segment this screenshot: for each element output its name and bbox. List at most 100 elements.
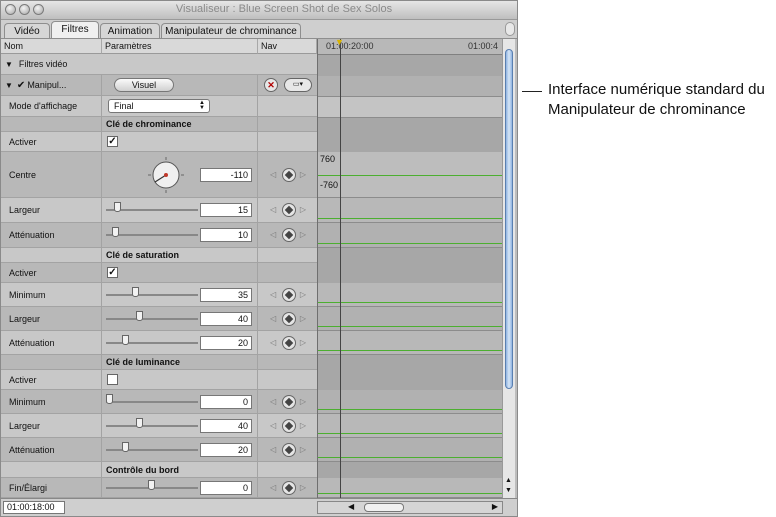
current-timecode-field[interactable]: 01:00:18:00	[3, 501, 65, 514]
slider-thumb[interactable]	[114, 202, 121, 212]
scroll-right-arrow-icon[interactable]: ▶	[492, 502, 498, 511]
centre-graph[interactable]: 760 -760	[318, 152, 504, 198]
chroma-width-slider[interactable]	[106, 202, 198, 212]
zoom-slider-thumb[interactable]	[364, 503, 404, 512]
checkmark-icon[interactable]: ✔	[17, 80, 25, 91]
filter-menu-icon[interactable]: ▭▾	[284, 78, 312, 92]
slider-thumb[interactable]	[132, 286, 139, 297]
zoom-window-icon[interactable]	[33, 4, 44, 15]
add-keyframe-button[interactable]	[282, 418, 296, 433]
vertical-scrollbar[interactable]: ▲ ▼	[502, 39, 515, 498]
row-label: Filtres vidéo	[18, 59, 68, 69]
reset-x-icon[interactable]: ✕	[264, 78, 278, 92]
next-keyframe-icon[interactable]: ▷	[300, 483, 306, 492]
add-keyframe-button[interactable]	[282, 167, 296, 182]
slider-thumb[interactable]	[122, 334, 129, 345]
minimize-window-icon[interactable]	[19, 4, 30, 15]
luminance-softness-slider[interactable]	[106, 441, 198, 452]
playhead[interactable]	[340, 39, 341, 498]
add-keyframe-button[interactable]	[282, 394, 296, 409]
saturation-enable-checkbox[interactable]: ✓	[107, 266, 118, 278]
prev-keyframe-icon[interactable]: ◁	[270, 290, 276, 299]
chroma-width-field[interactable]: 15	[200, 203, 252, 217]
next-keyframe-icon[interactable]: ▷	[300, 421, 306, 430]
slider-thumb[interactable]	[136, 417, 143, 428]
chroma-softness-slider[interactable]	[106, 227, 198, 237]
scroll-thumb[interactable]	[505, 49, 513, 389]
viewer-window: Visualiseur : Blue Screen Shot de Sex So…	[0, 0, 518, 517]
row-luminance-enable: Activer	[1, 370, 317, 390]
next-keyframe-icon[interactable]: ▷	[300, 290, 306, 299]
keyframe-timeline[interactable]: 01:00:20:00 01:00:4 760 -760 ▼	[317, 37, 504, 498]
luminance-width-field[interactable]: 40	[200, 418, 252, 433]
next-keyframe-icon[interactable]: ▷	[300, 170, 306, 179]
prev-keyframe-icon[interactable]: ◁	[270, 338, 276, 347]
display-mode-popup[interactable]: Final ▲ ▼	[108, 99, 210, 113]
add-keyframe-button[interactable]	[282, 311, 296, 326]
add-keyframe-button[interactable]	[282, 442, 296, 457]
tab-video[interactable]: Vidéo	[4, 23, 50, 38]
next-keyframe-icon[interactable]: ▷	[300, 314, 306, 323]
angle-dial-icon[interactable]	[146, 155, 186, 195]
slider-thumb[interactable]	[148, 479, 155, 490]
edge-thin-spread-slider[interactable]	[106, 479, 198, 490]
next-keyframe-icon[interactable]: ▷	[300, 397, 306, 406]
column-header-nav[interactable]: Nav	[258, 39, 317, 54]
scroll-down-arrow-icon[interactable]: ▼	[505, 487, 512, 494]
prev-keyframe-icon[interactable]: ◁	[270, 397, 276, 406]
visual-button[interactable]: Visuel	[114, 78, 174, 92]
playhead-marker-icon[interactable]: ▼	[335, 37, 344, 47]
column-header-name[interactable]: Nom	[1, 39, 102, 54]
saturation-minimum-field[interactable]: 35	[200, 287, 252, 302]
row-label: Minimum	[1, 283, 102, 306]
prev-keyframe-icon[interactable]: ◁	[270, 314, 276, 323]
saturation-width-field[interactable]: 40	[200, 311, 252, 326]
luminance-softness-field[interactable]: 20	[200, 442, 252, 457]
centre-value-field[interactable]: -110	[200, 167, 252, 182]
row-label: Activer	[1, 263, 102, 282]
tab-filters[interactable]: Filtres	[51, 21, 99, 38]
add-keyframe-button[interactable]	[282, 203, 296, 217]
prev-keyframe-icon[interactable]: ◁	[270, 483, 276, 492]
add-keyframe-button[interactable]	[282, 335, 296, 350]
add-keyframe-button[interactable]	[282, 480, 296, 495]
scroll-left-arrow-icon[interactable]: ◀	[348, 502, 354, 511]
next-keyframe-icon[interactable]: ▷	[300, 205, 306, 214]
disclosure-triangle-icon[interactable]: ▼	[5, 81, 13, 90]
slider-thumb[interactable]	[112, 227, 119, 237]
close-window-icon[interactable]	[5, 4, 16, 15]
prev-keyframe-icon[interactable]: ◁	[270, 445, 276, 454]
prev-keyframe-icon[interactable]: ◁	[270, 230, 276, 239]
next-keyframe-icon[interactable]: ▷	[300, 338, 306, 347]
prev-keyframe-icon[interactable]: ◁	[270, 421, 276, 430]
prev-keyframe-icon[interactable]: ◁	[270, 170, 276, 179]
slider-thumb[interactable]	[106, 393, 113, 404]
add-keyframe-button[interactable]	[282, 287, 296, 302]
luminance-enable-checkbox[interactable]	[107, 373, 118, 385]
timeline-horizontal-scrollbar[interactable]: ◀ ▶	[317, 501, 503, 514]
saturation-softness-slider[interactable]	[106, 334, 198, 345]
luminance-width-slider[interactable]	[106, 417, 198, 428]
saturation-width-slider[interactable]	[106, 310, 198, 321]
saturation-softness-field[interactable]: 20	[200, 335, 252, 350]
slider-thumb[interactable]	[136, 310, 143, 321]
slider-thumb[interactable]	[122, 441, 129, 452]
next-keyframe-icon[interactable]: ▷	[300, 230, 306, 239]
add-keyframe-button[interactable]	[282, 228, 296, 242]
edge-thin-spread-field[interactable]: 0	[200, 480, 252, 495]
tab-chroma-keyer[interactable]: Manipulateur de chrominance	[161, 23, 301, 38]
tab-animation[interactable]: Animation	[100, 23, 160, 38]
luminance-minimum-field[interactable]: 0	[200, 394, 252, 409]
prev-keyframe-icon[interactable]: ◁	[270, 205, 276, 214]
chroma-softness-field[interactable]: 10	[200, 228, 252, 242]
scroll-up-arrow-icon[interactable]: ▲	[505, 477, 512, 484]
next-keyframe-icon[interactable]: ▷	[300, 445, 306, 454]
row-manipulator: ▼ ✔ Manipul... Visuel ✕ ▭▾	[1, 75, 317, 96]
luminance-minimum-slider[interactable]	[106, 393, 198, 404]
keyframe-nav: ◁ ▷	[270, 228, 308, 242]
saturation-minimum-slider[interactable]	[106, 286, 198, 297]
time-ruler[interactable]: 01:00:20:00 01:00:4	[318, 39, 504, 55]
disclosure-triangle-icon[interactable]: ▼	[5, 60, 13, 69]
chroma-enable-checkbox[interactable]: ✓	[107, 135, 118, 147]
column-header-params[interactable]: Paramètres	[102, 39, 258, 54]
